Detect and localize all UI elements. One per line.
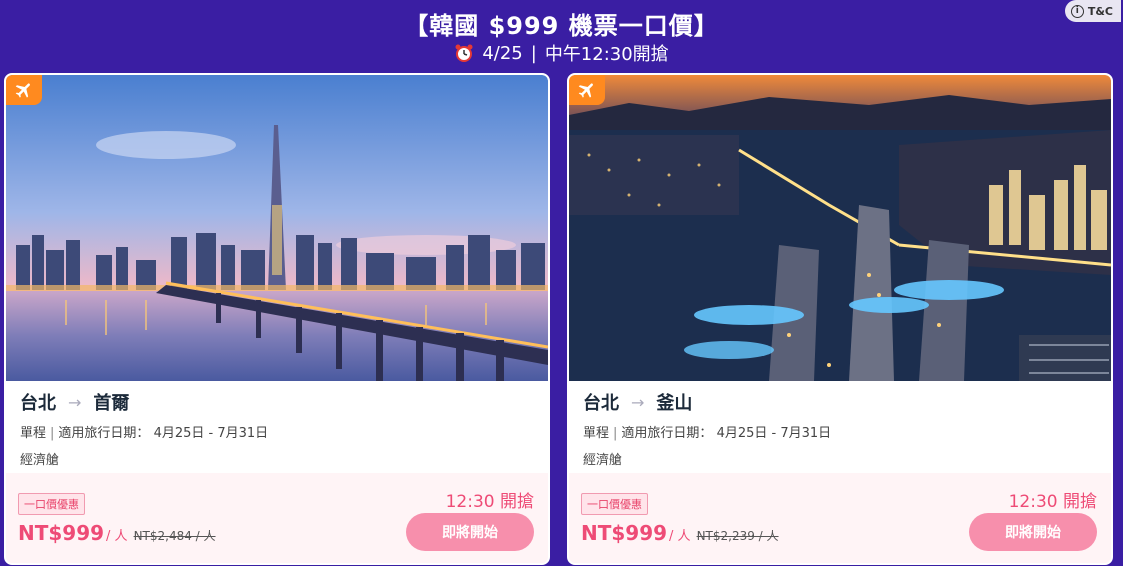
route: 台北 → 首爾: [20, 389, 129, 415]
original-price: NT$2,239 / 人: [696, 529, 779, 543]
page-title: 【韓國 $999 機票一口價】: [404, 12, 719, 40]
price-section: 一口價優惠 NT$999 / 人 NT$2,239 / 人 12:30 開搶 即…: [569, 473, 1111, 563]
trip-info: 單程 | 適用旅行日期： 4月25日 - 7月31日: [20, 426, 269, 441]
promo-header: 【韓國 $999 機票一口價】 4/25 | 中午12:30開搶 i T&C: [0, 0, 1123, 70]
busan-city-photo: [569, 75, 1111, 381]
per-person: / 人: [106, 529, 128, 544]
alarm-clock-icon: [454, 43, 474, 63]
arrow-right-icon: →: [68, 392, 82, 412]
price: NT$999 / 人 NT$2,239 / 人: [581, 521, 779, 545]
price: NT$999 / 人 NT$2,484 / 人: [18, 521, 216, 545]
trip-type: 單程: [20, 426, 47, 441]
terms-label: T&C: [1087, 4, 1113, 18]
travel-dates: 4月25日 - 7月31日: [153, 426, 269, 441]
arrow-right-icon: →: [631, 392, 645, 412]
origin-city: 台北: [583, 393, 619, 414]
travel-dates: 4月25日 - 7月31日: [716, 426, 832, 441]
promo-tag: 一口價優惠: [581, 493, 648, 515]
sale-start-time: 12:30 開搶: [1008, 492, 1097, 512]
travel-dates-label: 適用旅行日期：: [58, 426, 150, 441]
original-price: NT$2,484 / 人: [133, 529, 216, 543]
trip-type: 單程: [583, 426, 610, 441]
promo-tag: 一口價優惠: [18, 493, 85, 515]
sale-date: 4/25: [482, 42, 523, 64]
per-person: / 人: [669, 529, 691, 544]
sale-time: 中午12:30開搶: [544, 44, 669, 65]
cabin-class: 經濟艙: [583, 453, 623, 468]
destination-city: 釜山: [656, 393, 693, 414]
seoul-city-photo: [6, 75, 548, 381]
price-section: 一口價優惠 NT$999 / 人 NT$2,484 / 人 12:30 開搶 即…: [6, 473, 548, 563]
sale-start-time: 12:30 開搶: [445, 492, 534, 512]
sale-price: NT$999: [18, 521, 105, 545]
airplane-icon: [569, 75, 605, 105]
travel-dates-label: 適用旅行日期：: [621, 426, 713, 441]
airplane-icon: [6, 75, 42, 105]
route: 台北 → 釜山: [583, 389, 692, 415]
cabin-class: 經濟艙: [20, 453, 60, 468]
sale-schedule: 4/25 | 中午12:30開搶: [0, 40, 1123, 66]
flight-card-seoul[interactable]: 台北 → 首爾 單程 | 適用旅行日期： 4月25日 - 7月31日 經濟艙 一口價…: [4, 73, 550, 565]
destination-city: 首爾: [93, 393, 130, 414]
origin-city: 台北: [20, 393, 56, 414]
coming-soon-button[interactable]: 即將開始: [969, 513, 1097, 551]
flight-card-busan[interactable]: 台北 → 釜山 單程 | 適用旅行日期： 4月25日 - 7月31日 經濟艙 一口價…: [567, 73, 1113, 565]
terms-button[interactable]: i T&C: [1064, 0, 1121, 22]
info-icon: i: [1070, 4, 1084, 18]
sale-price: NT$999: [581, 521, 668, 545]
divider: |: [530, 42, 537, 64]
coming-soon-button[interactable]: 即將開始: [406, 513, 534, 551]
trip-info: 單程 | 適用旅行日期： 4月25日 - 7月31日: [583, 426, 832, 441]
